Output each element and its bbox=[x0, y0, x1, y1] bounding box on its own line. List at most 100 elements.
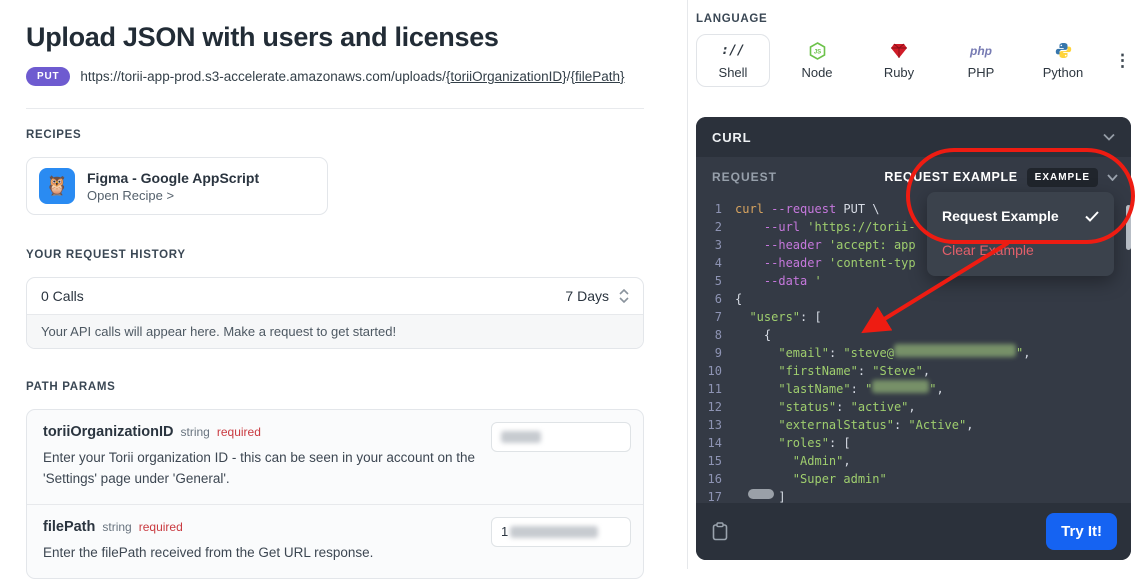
param-name: filePath bbox=[43, 518, 96, 535]
chevron-down-icon[interactable] bbox=[1103, 133, 1115, 141]
redacted-text bbox=[501, 431, 541, 443]
endpoint-url-param-org[interactable]: {toriiOrganizationID} bbox=[446, 69, 567, 84]
recipe-card[interactable]: 🦉 Figma - Google AppScript Open Recipe > bbox=[26, 157, 328, 215]
param-row-torii-organization-id: toriiOrganizationID string required Ente… bbox=[27, 410, 643, 504]
line-number: 5 bbox=[714, 274, 722, 288]
code-line: 16 "Super admin" bbox=[696, 470, 1131, 488]
line-number: 9 bbox=[714, 346, 722, 360]
redacted-pill bbox=[748, 489, 774, 499]
ruby-icon bbox=[890, 42, 908, 60]
code-panel-footer: Try It! bbox=[696, 503, 1131, 560]
checkmark-icon bbox=[1085, 210, 1099, 222]
file-path-value: 1 bbox=[501, 524, 509, 540]
request-history-head: 0 Calls 7 Days bbox=[27, 278, 643, 314]
code-token: : bbox=[836, 400, 851, 414]
api-doc-main: Upload JSON with users and licenses PUT … bbox=[26, 0, 644, 579]
code-token: , bbox=[936, 382, 944, 396]
param-required-badge: required bbox=[138, 519, 183, 534]
language-tab-label: PHP bbox=[967, 64, 995, 80]
code-line: 15 "Admin", bbox=[696, 452, 1131, 470]
code-token: 'content-typ bbox=[828, 256, 916, 270]
code-token: , bbox=[1023, 346, 1031, 360]
shell-icon: :// bbox=[721, 43, 745, 58]
endpoint-url: https://torii-app-prod.s3-accelerate.ama… bbox=[80, 69, 624, 84]
line-number: 14 bbox=[707, 436, 722, 450]
path-params-header: PATH PARAMS bbox=[26, 381, 116, 393]
code-token: , bbox=[843, 454, 851, 468]
language-tab-shell[interactable]: :// Shell bbox=[696, 34, 770, 87]
sort-chevrons-icon bbox=[619, 289, 629, 303]
param-description: Enter your Torii organization ID - this … bbox=[43, 450, 475, 486]
history-range-selector[interactable]: 7 Days bbox=[565, 288, 629, 304]
line-number: 1 bbox=[714, 202, 722, 216]
line-number: 8 bbox=[714, 328, 722, 342]
column-divider bbox=[687, 0, 688, 569]
line-number: 15 bbox=[707, 454, 722, 468]
language-tab-label: Python bbox=[1042, 64, 1084, 80]
code-token: : bbox=[893, 418, 909, 432]
code-token: 'accept: app bbox=[828, 238, 916, 252]
language-tab-php[interactable]: php PHP bbox=[946, 34, 1016, 87]
history-range-label: 7 Days bbox=[565, 288, 609, 304]
language-tab-node[interactable]: JS Node bbox=[782, 34, 852, 87]
try-it-button[interactable]: Try It! bbox=[1046, 513, 1117, 550]
code-token: "Super admin" bbox=[792, 472, 887, 486]
node-icon: JS bbox=[809, 41, 826, 60]
language-tab-label: Ruby bbox=[883, 64, 915, 80]
code-token: ' bbox=[814, 274, 822, 288]
code-token: 'https://torii- bbox=[807, 220, 916, 234]
code-panel-header[interactable]: CURL bbox=[696, 117, 1131, 157]
redacted-text bbox=[893, 344, 1016, 357]
code-token: " bbox=[865, 382, 873, 396]
param-description: Enter the filePath received from the Get… bbox=[43, 544, 374, 560]
param-row-file-path: filePath string required Enter the fileP… bbox=[27, 503, 643, 578]
request-example-selector[interactable]: REQUEST EXAMPLE EXAMPLE bbox=[884, 167, 1118, 187]
vertical-scrollbar[interactable] bbox=[1126, 205, 1131, 250]
page-title: Upload JSON with users and licenses bbox=[26, 22, 499, 52]
code-token: " bbox=[929, 382, 937, 396]
code-token: : bbox=[850, 382, 866, 396]
code-token: "Active" bbox=[908, 418, 967, 432]
python-icon bbox=[1055, 42, 1072, 60]
language-header: LANGUAGE bbox=[696, 13, 768, 25]
recipe-title: Figma - Google AppScript bbox=[87, 169, 260, 186]
file-path-input[interactable]: 1 bbox=[491, 516, 631, 547]
dropdown-item-request-example[interactable]: Request Example bbox=[927, 199, 1114, 233]
language-tab-ruby[interactable]: Ruby bbox=[864, 34, 934, 87]
code-token: --header bbox=[763, 238, 822, 252]
line-number: 10 bbox=[707, 364, 722, 378]
code-token: "firstName" bbox=[778, 364, 858, 378]
code-line: 14 "roles": [ bbox=[696, 434, 1131, 452]
language-tab-python[interactable]: Python bbox=[1028, 34, 1098, 87]
code-token: --request bbox=[771, 202, 837, 216]
code-line: 8 { bbox=[696, 326, 1131, 344]
dropdown-item-clear-example[interactable]: Clear Example bbox=[927, 233, 1114, 267]
endpoint-url-param-filepath[interactable]: {filePath} bbox=[570, 69, 624, 84]
svg-text:JS: JS bbox=[813, 49, 820, 55]
code-token: "steve@ bbox=[843, 346, 894, 360]
kebab-menu-icon[interactable]: ⋮ bbox=[1114, 52, 1131, 69]
code-token: --url bbox=[763, 220, 801, 234]
code-token: : bbox=[828, 346, 844, 360]
torii-organization-id-input[interactable] bbox=[491, 422, 631, 452]
line-number: 7 bbox=[714, 310, 722, 324]
line-number: 2 bbox=[714, 220, 722, 234]
clipboard-icon[interactable] bbox=[712, 522, 728, 541]
dropdown-item-label: Request Example bbox=[942, 208, 1059, 224]
dropdown-item-label: Clear Example bbox=[942, 242, 1034, 258]
open-recipe-link[interactable]: Open Recipe > bbox=[87, 188, 259, 203]
code-line: 7 "users": [ bbox=[696, 308, 1131, 326]
line-number: 13 bbox=[707, 418, 722, 432]
request-history-header: YOUR REQUEST HISTORY bbox=[26, 249, 186, 261]
calls-count: 0 Calls bbox=[41, 288, 84, 304]
line-number: 16 bbox=[707, 472, 722, 486]
